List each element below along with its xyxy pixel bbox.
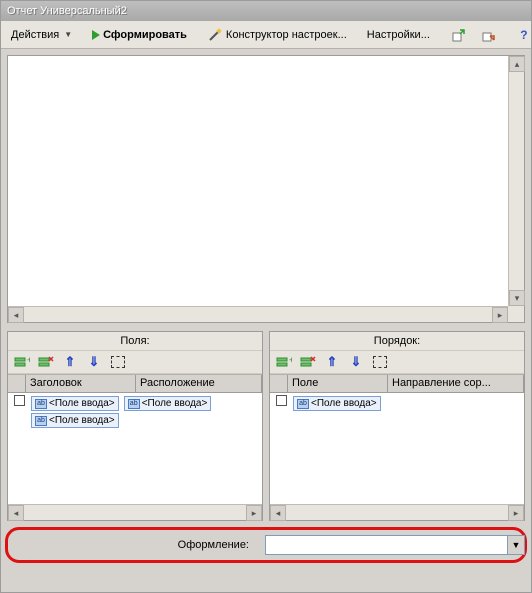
row-checkbox-cell[interactable] [10, 395, 28, 406]
add-button[interactable]: + [12, 352, 32, 372]
scroll-up-icon[interactable]: ▴ [509, 56, 525, 72]
order-grid-header: Поле Направление сор... [270, 375, 524, 393]
delete-row-icon [300, 355, 316, 369]
report-window: Отчет Универсальный2 Действия ▼ Сформиро… [0, 0, 532, 593]
play-icon [92, 30, 100, 40]
constructor-button[interactable]: Конструктор настроек... [201, 24, 353, 46]
appearance-label: Оформление: [7, 539, 257, 551]
arrow-down-icon: ⇓ [351, 354, 362, 370]
main-toolbar: Действия ▼ Сформировать Конструктор наст… [1, 21, 531, 49]
add-row-icon: + [14, 355, 30, 369]
scroll-right-icon[interactable]: ▸ [246, 505, 262, 521]
add-row-icon: + [276, 355, 292, 369]
field-icon: ab [35, 399, 47, 409]
save-icon [480, 27, 496, 43]
vertical-scrollbar[interactable]: ▴ ▾ [508, 56, 524, 306]
field-token[interactable]: ab<Поле ввода> [124, 396, 212, 411]
scroll-right-icon[interactable]: ▸ [492, 307, 508, 323]
select-button[interactable] [370, 352, 390, 372]
add-button[interactable]: + [274, 352, 294, 372]
settings-button[interactable]: Настройки... [361, 24, 436, 46]
order-toolbar: + ⇑ ⇓ [270, 350, 524, 374]
horizontal-scrollbar[interactable]: ◂ ▸ [8, 306, 508, 322]
check-column[interactable] [8, 375, 26, 392]
chevron-down-icon: ▼ [512, 540, 521, 550]
chevron-down-icon: ▼ [64, 30, 72, 39]
field-icon: ab [35, 416, 47, 426]
actions-menu[interactable]: Действия ▼ [5, 24, 78, 46]
field-icon: ab [297, 399, 309, 409]
generate-button[interactable]: Сформировать [86, 24, 193, 46]
scroll-left-icon[interactable]: ◂ [8, 505, 24, 521]
delete-row-icon [38, 355, 54, 369]
field-icon: ab [128, 399, 140, 409]
table-row[interactable]: ab<Поле ввода> ab<Поле ввода> ab<Поле вв… [8, 393, 262, 431]
order-grid[interactable]: Поле Направление сор... ab<Поле ввода> [270, 374, 524, 504]
fields-grid[interactable]: Заголовок Расположение ab<Поле ввода> ab… [8, 374, 262, 504]
checkbox[interactable] [14, 395, 25, 406]
fields-grid-header: Заголовок Расположение [8, 375, 262, 393]
arrow-down-icon: ⇓ [89, 354, 100, 370]
row-checkbox-cell[interactable] [272, 395, 290, 406]
appearance-row: Оформление: ▼ [7, 531, 525, 559]
save-settings-button[interactable] [474, 24, 502, 46]
load-icon [450, 27, 466, 43]
scroll-down-icon[interactable]: ▾ [509, 290, 525, 306]
settings-label: Настройки... [367, 29, 430, 41]
svg-text:+: + [27, 355, 30, 365]
move-up-button[interactable]: ⇑ [60, 352, 80, 372]
wand-icon [207, 27, 223, 43]
delete-button[interactable] [298, 352, 318, 372]
order-panel-title: Порядок: [270, 332, 524, 350]
field-token[interactable]: ab<Поле ввода> [293, 396, 381, 411]
field-token[interactable]: ab<Поле ввода> [31, 396, 119, 411]
check-column[interactable] [270, 375, 288, 392]
scroll-left-icon[interactable]: ◂ [270, 505, 286, 521]
actions-label: Действия [11, 29, 59, 41]
scroll-right-icon[interactable]: ▸ [508, 505, 524, 521]
load-settings-button[interactable] [444, 24, 472, 46]
preview-area: ▴ ▾ ◂ ▸ [7, 55, 525, 323]
order-hscroll[interactable]: ◂ ▸ [270, 504, 524, 520]
combo-dropdown-button[interactable]: ▼ [507, 536, 524, 554]
arrow-up-icon: ⇑ [65, 354, 76, 370]
fields-toolbar: + ⇑ ⇓ [8, 350, 262, 374]
layout-column[interactable]: Расположение [136, 375, 262, 392]
appearance-combo[interactable]: ▼ [265, 535, 525, 555]
generate-label: Сформировать [103, 29, 187, 41]
title-bar: Отчет Универсальный2 [1, 1, 531, 21]
field-column[interactable]: Поле [288, 375, 388, 392]
selection-icon [111, 356, 125, 368]
delete-button[interactable] [36, 352, 56, 372]
fields-panel-title: Поля: [8, 332, 262, 350]
order-panel: Порядок: + ⇑ ⇓ Поле Напра [269, 331, 525, 521]
selection-icon [373, 356, 387, 368]
help-button[interactable]: ? [510, 24, 532, 46]
scroll-left-icon[interactable]: ◂ [8, 307, 24, 323]
direction-column[interactable]: Направление сор... [388, 375, 524, 392]
help-icon: ? [516, 27, 532, 43]
checkbox[interactable] [276, 395, 287, 406]
arrow-up-icon: ⇑ [327, 354, 338, 370]
fields-panel: Поля: + ⇑ ⇓ Заголовок Рас [7, 331, 263, 521]
title-column[interactable]: Заголовок [26, 375, 136, 392]
table-row[interactable]: ab<Поле ввода> [270, 393, 524, 414]
fields-hscroll[interactable]: ◂ ▸ [8, 504, 262, 520]
window-title: Отчет Универсальный2 [7, 5, 127, 17]
select-button[interactable] [108, 352, 128, 372]
body: ▴ ▾ ◂ ▸ Поля: + ⇑ [1, 49, 531, 592]
move-down-button[interactable]: ⇓ [84, 352, 104, 372]
field-token[interactable]: ab<Поле ввода> [31, 413, 119, 428]
svg-text:+: + [289, 355, 292, 365]
panels-row: Поля: + ⇑ ⇓ Заголовок Рас [7, 331, 525, 521]
move-up-button[interactable]: ⇑ [322, 352, 342, 372]
move-down-button[interactable]: ⇓ [346, 352, 366, 372]
scroll-corner [508, 306, 524, 322]
constructor-label: Конструктор настроек... [226, 29, 347, 41]
